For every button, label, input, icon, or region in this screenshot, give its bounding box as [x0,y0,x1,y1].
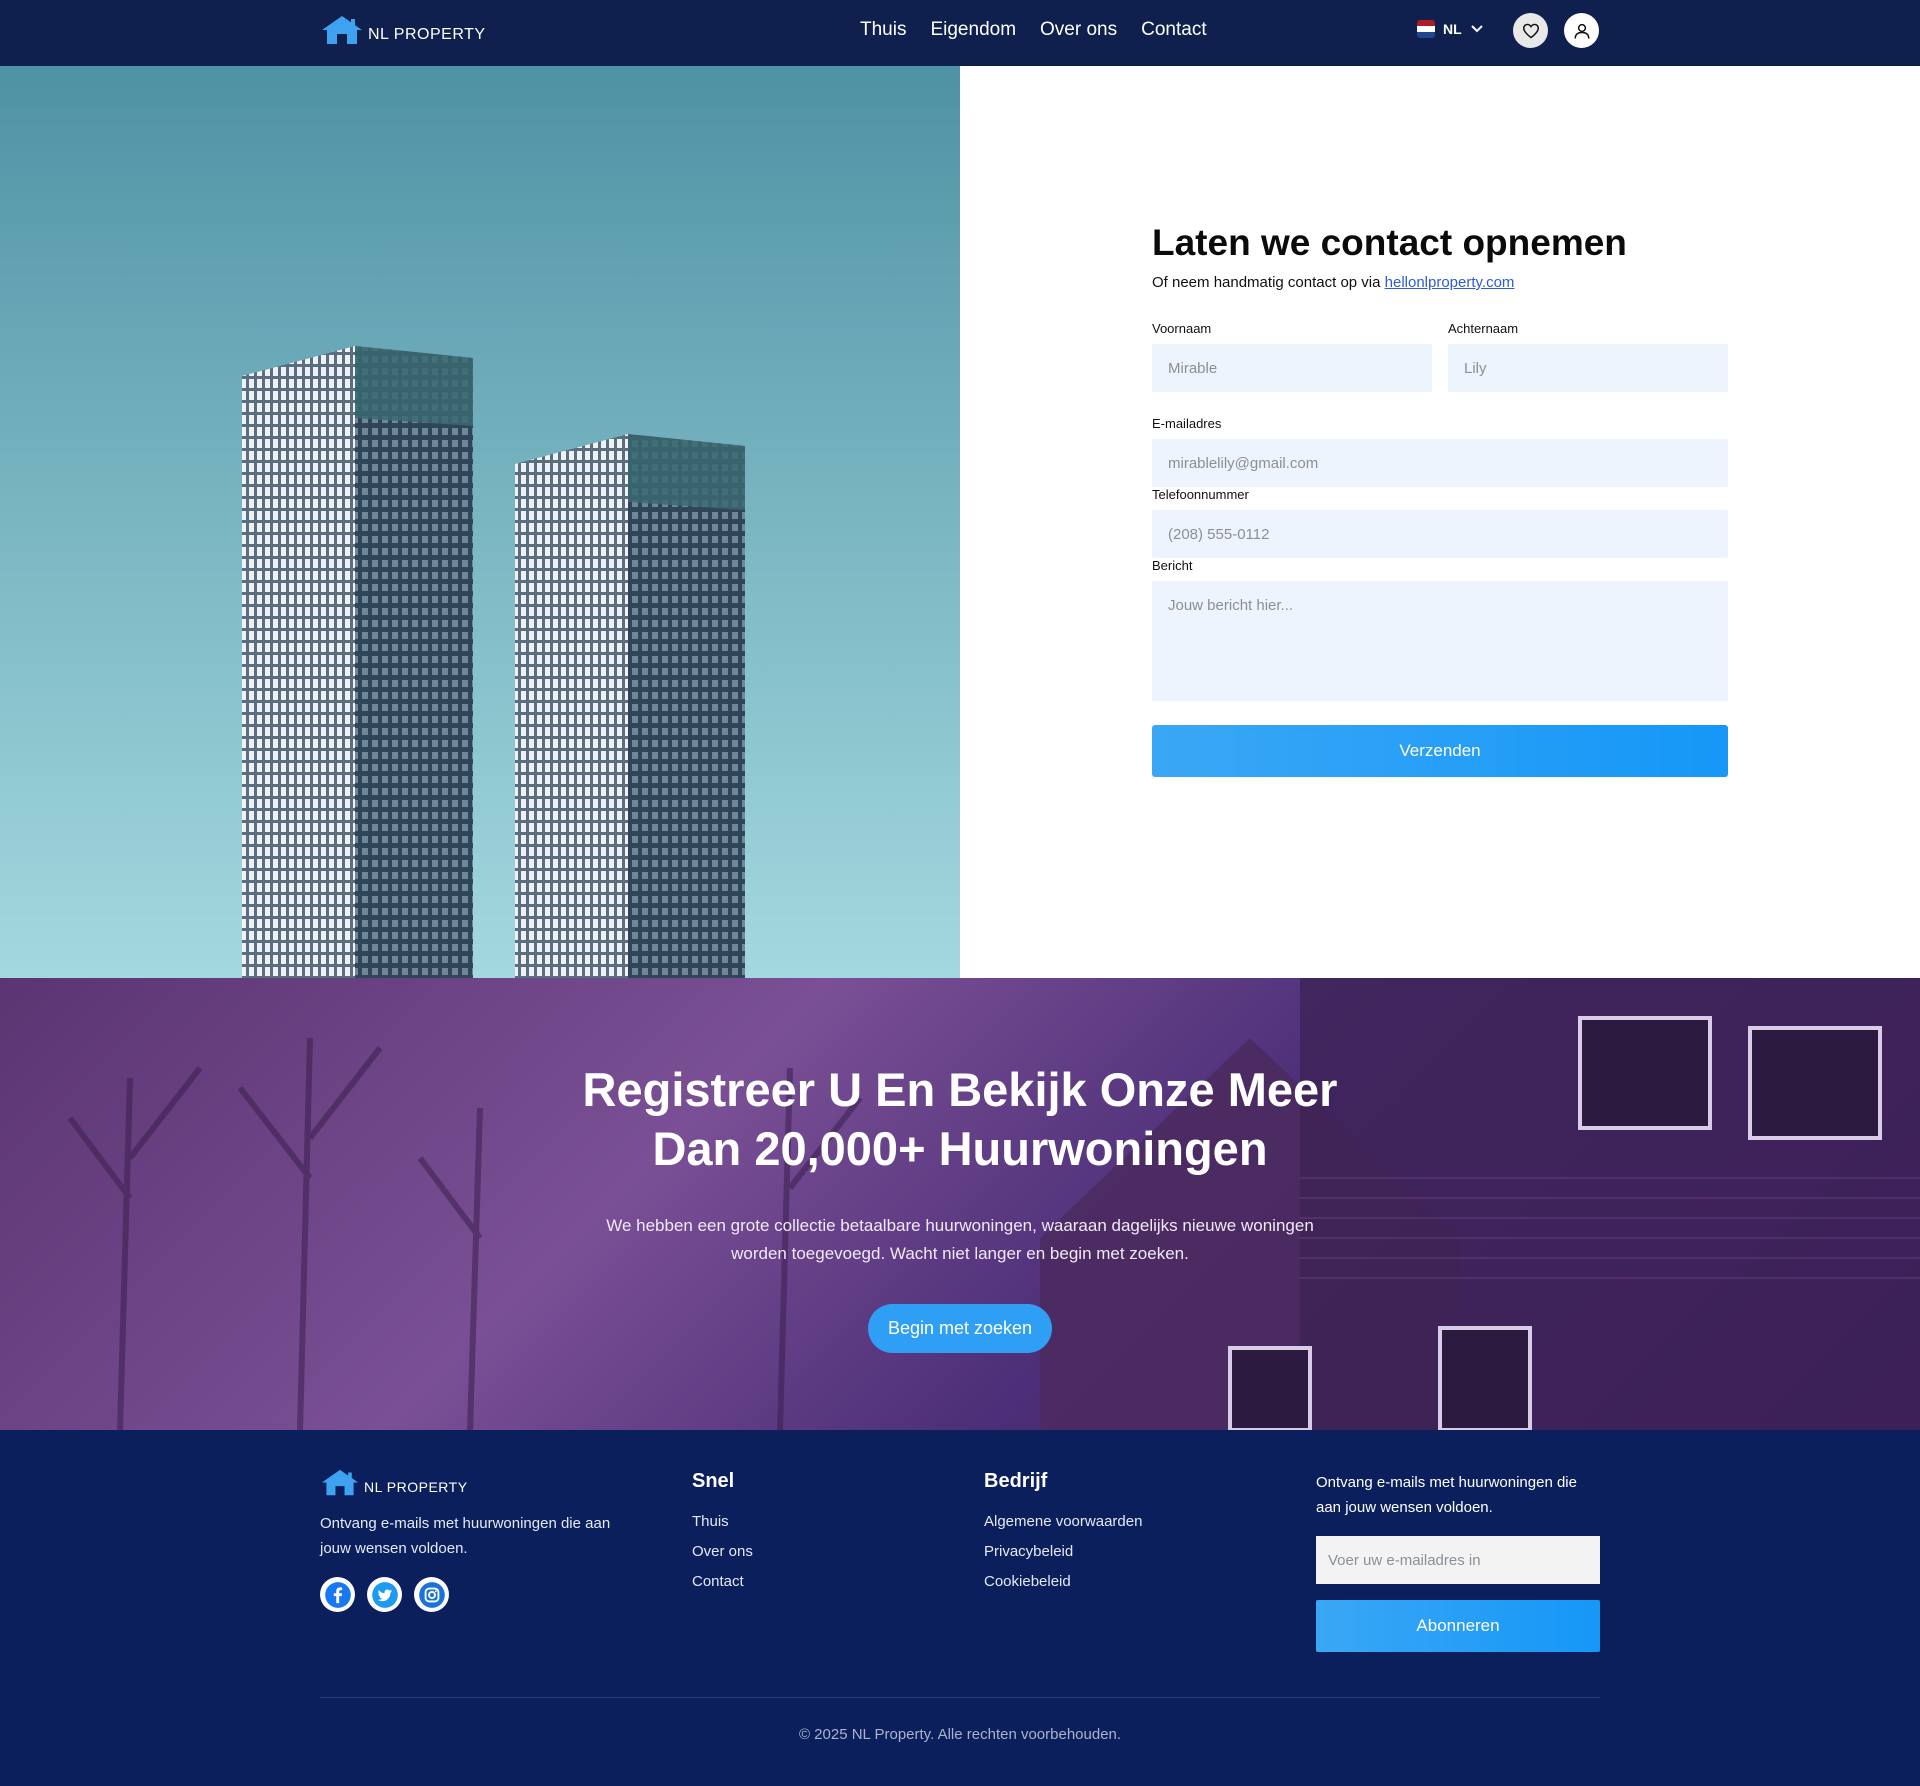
main-nav: Thuis Eigendom Over ons Contact [860,19,1207,41]
footer-link-terms[interactable]: Algemene voorwaarden [984,1513,1142,1530]
facebook-link[interactable] [320,1577,355,1612]
nav-thuis[interactable]: Thuis [860,19,906,41]
site-header: NL PROPERTY Thuis Eigendom Over ons Cont… [0,0,1920,66]
twitter-icon [371,1581,398,1608]
nav-over-ons[interactable]: Over ons [1040,19,1117,41]
name-row: Voornaam Mirable Achternaam Lily [1152,321,1728,392]
footer-quick-title: Snel [692,1470,735,1492]
message-field: Bericht Jouw bericht hier... [1152,558,1728,701]
facebook-icon [324,1581,351,1608]
footer-link-privacy[interactable]: Privacybeleid [984,1543,1142,1560]
phone-label: Telefoonnummer [1152,487,1249,502]
user-icon [1574,23,1589,39]
social-links [320,1577,620,1612]
site-footer: NL PROPERTY Ontvang e-mails met huurwoni… [0,1430,1920,1786]
instagram-link[interactable] [414,1577,449,1612]
nav-contact[interactable]: Contact [1141,19,1206,41]
heart-icon [1522,23,1539,38]
contact-email-link[interactable]: hellonlproperty.com [1385,274,1515,291]
phone-field: Telefoonnummer (208) 555-0112 [1152,487,1728,558]
cta-content: Registreer U En Bekijk Onze Meer Dan 20,… [560,1060,1360,1353]
brand-name: NL PROPERTY [368,26,486,43]
nl-flag-icon [1417,20,1435,38]
cta-description: We hebben een grote collectie betaalbare… [560,1212,1360,1268]
footer-link-thuis[interactable]: Thuis [692,1513,753,1530]
chevron-down-icon [1470,25,1483,33]
email-input[interactable]: mirablelily@gmail.com [1152,439,1728,487]
start-search-button[interactable]: Begin met zoeken [867,1304,1053,1353]
first-name-label: Voornaam [1152,321,1212,336]
footer-quick-links: Snel Thuis Over ons Contact [692,1470,753,1603]
contact-subtitle: Of neem handmatig contact op via hellonl… [1152,274,1728,291]
nav-eigendom[interactable]: Eigendom [930,19,1016,41]
footer-logo[interactable]: NL PROPERTY [320,1468,620,1497]
contact-subtitle-text: Of neem handmatig contact op via [1152,274,1385,291]
footer-link-cookies[interactable]: Cookiebeleid [984,1573,1142,1590]
send-button[interactable]: Verzenden [1152,725,1728,777]
contact-form: Laten we contact opnemen Of neem handmat… [1152,222,1728,777]
message-textarea[interactable]: Jouw bericht hier... [1152,581,1728,701]
phone-input[interactable]: (208) 555-0112 [1152,510,1728,558]
contact-title: Laten we contact opnemen [1152,222,1627,263]
cta-title-line1: Registreer U En Bekijk Onze Meer [582,1063,1338,1116]
last-name-input[interactable]: Lily [1448,344,1728,392]
email-field: E-mailadres mirablelily@gmail.com [1152,416,1728,487]
instagram-icon [418,1581,445,1608]
brand-logo[interactable]: NL PROPERTY [320,14,486,46]
newsletter-column: Ontvang e-mails met huurwoningen die aan… [1316,1470,1600,1652]
last-name-label: Achternaam [1448,321,1519,336]
footer-company-links: Bedrijf Algemene voorwaarden Privacybele… [984,1470,1142,1603]
footer-company-title: Bedrijf [984,1470,1048,1492]
first-name-field: Voornaam Mirable [1152,321,1432,392]
cta-title-line2: Dan 20,000+ Huurwoningen [652,1122,1268,1175]
subscribe-button[interactable]: Abonneren [1316,1600,1600,1652]
language-selector[interactable]: NL [1417,20,1484,38]
cta-text-line2: worden toegevoegd. Wacht niet langer en … [731,1244,1189,1263]
towers-photo [0,66,960,978]
footer-link-over-ons[interactable]: Over ons [692,1543,753,1560]
message-label: Bericht [1152,558,1193,573]
language-label: NL [1443,21,1462,37]
first-name-input[interactable]: Mirable [1152,344,1432,392]
copyright-text: © 2025 NL Property. Alle rechten voorbeh… [798,1726,1122,1743]
last-name-field: Achternaam Lily [1448,321,1728,392]
house-logo-icon [322,16,362,44]
cta-text-line1: We hebben een grote collectie betaalbare… [606,1216,1314,1235]
account-button[interactable] [1564,13,1599,48]
house-logo-icon [321,1469,359,1496]
footer-description: Ontvang e-mails met huurwoningen die aan… [320,1515,611,1557]
twitter-link[interactable] [367,1577,402,1612]
footer-brand-name: NL PROPERTY [364,1479,468,1495]
contact-section: Laten we contact opnemen Of neem handmat… [0,66,1920,978]
newsletter-email-input[interactable]: Voer uw e-mailadres in [1316,1536,1600,1584]
email-label: E-mailadres [1152,416,1222,431]
cta-title: Registreer U En Bekijk Onze Meer Dan 20,… [560,1060,1360,1178]
favorites-button[interactable] [1513,13,1548,48]
footer-link-contact[interactable]: Contact [692,1573,753,1590]
footer-divider [320,1697,1600,1698]
footer-brand-column: NL PROPERTY Ontvang e-mails met huurwoni… [320,1468,620,1612]
register-cta-section: Registreer U En Bekijk Onze Meer Dan 20,… [0,978,1920,1430]
newsletter-text: Ontvang e-mails met huurwoningen die aan… [1316,1474,1577,1516]
